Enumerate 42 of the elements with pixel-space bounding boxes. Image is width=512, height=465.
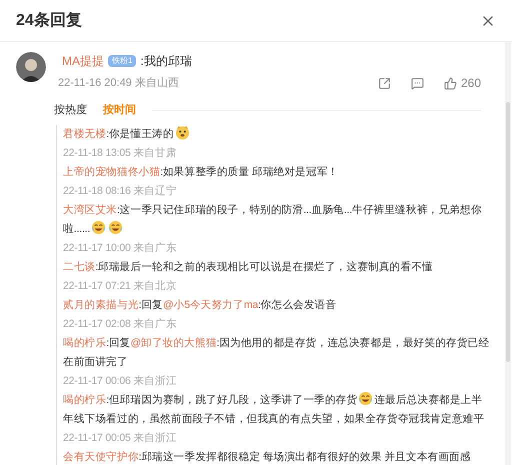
reply-time: 22-11-18 08:16 来自辽宁 <box>63 184 177 198</box>
avatar[interactable] <box>16 52 46 82</box>
user-name[interactable]: 喝的柠乐 <box>63 394 106 406</box>
comment-icon[interactable] <box>410 76 424 90</box>
reply-time: 22-11-17 00:06 来自浙江 <box>63 374 177 388</box>
comment-text: :我的邱瑞 <box>140 53 192 70</box>
share-icon[interactable] <box>378 76 391 90</box>
reply-text: 上帝的宠物猫佟小猫:如果算整季的质量 邱瑞绝对是冠军！ <box>63 164 340 180</box>
sort-tab[interactable]: 按热度 <box>54 102 87 118</box>
dog-emoji-icon <box>174 124 190 140</box>
reply-text: 大湾区艾米:这一季只记住邱瑞的段子，特别的防滑...血肠龟...牛仔裤里缝秋裤，兄弟想你啦...... <box>63 202 483 236</box>
mention-link[interactable]: @卸了妆的大熊猫 <box>130 336 217 348</box>
reply-time: 22-11-17 10:00 来自广东 <box>63 240 177 256</box>
reply-time: 22-11-18 13:05 来自甘肃 <box>63 146 177 160</box>
fan-badge: 铁粉1 <box>108 55 136 67</box>
reply-time: 22-11-17 00:05 来自浙江 <box>63 430 177 446</box>
reply-text: 贰月的素描与光:回复@小5今天努力了ma:你怎么会发语音 <box>63 298 338 312</box>
mention-link[interactable]: @小5今天努力了ma <box>162 298 258 310</box>
user-name[interactable]: 喝的柠乐 <box>63 336 106 348</box>
laughing-emoji-icon <box>358 390 374 406</box>
laughing-emoji-icon <box>108 220 124 234</box>
sort-tab[interactable]: 按时间 <box>103 102 136 118</box>
reply-text: 君楼无楼:你是懂王涛的 <box>63 124 493 144</box>
user-name[interactable]: MA提提 <box>62 52 104 70</box>
user-name[interactable]: 上帝的宠物猫佟小猫 <box>63 166 160 178</box>
user-name[interactable]: 君楼无楼 <box>63 128 106 140</box>
reply-text: 喝的柠乐:回复@卸了妆的大熊猫:因为他用的都是存货，连总决赛都是，最好笑的存货已经在前面讲完了 <box>63 336 490 370</box>
user-name[interactable]: 大湾区艾米 <box>63 204 118 216</box>
reply-text: 喝的柠乐:但邱瑞因为赛制，跳了好几段，这季讲了一季的存货 连最后总决赛都是上半年线下场看过的，虽然前面段子不错，但我真的有点失望，如果全存货夺冠我肯定意难平 <box>63 390 493 428</box>
like-icon[interactable] <box>444 76 457 90</box>
user-name[interactable]: 贰月的素描与光 <box>63 298 139 310</box>
reply-text: 二七谈:邱瑞最后一轮和之前的表现相比可以说是在摆烂了，这赛制真的看不懂 <box>63 260 434 274</box>
reply-time: 22-11-17 02:08 来自广东 <box>63 316 177 332</box>
user-name[interactable]: 会有天使守护你 <box>63 450 139 462</box>
laughing-emoji-icon <box>91 220 106 234</box>
comment-time: 22-11-16 20:49 来自山西 <box>58 76 179 91</box>
scrollbar[interactable] <box>505 42 511 465</box>
reply-time: 22-11-17 07:21 来自北京 <box>63 278 177 294</box>
like-count: 260 <box>460 75 481 92</box>
user-name[interactable]: 二七谈 <box>63 260 96 272</box>
dialog-title: 24条回复 <box>16 10 82 30</box>
reply-text: 会有天使守护你:邱瑞这一季发挥都很稳定 每场演出都有很好的效果 并且文本有画面感 <box>63 450 472 464</box>
